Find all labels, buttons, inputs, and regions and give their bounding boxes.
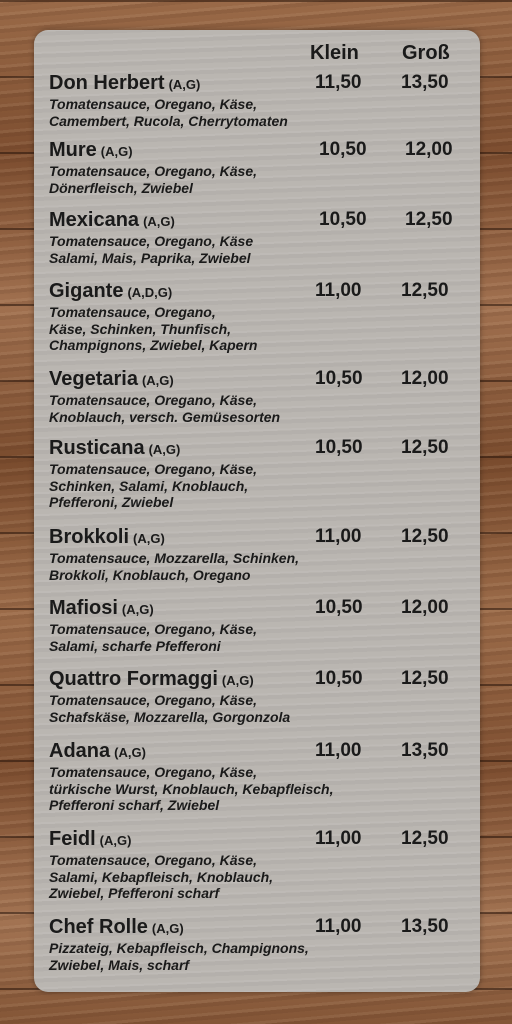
menu-item-feidl: Feidl (A,G) 11,00 12,50 Tomatensauce, Ore… (49, 827, 479, 902)
menu-item-don-herbert: Don Herbert (A,G) 11,50 13,50 Tomatensauc… (49, 71, 479, 129)
item-name: Don Herbert (49, 72, 165, 94)
header-klein: Klein (310, 42, 359, 64)
price-klein: 11,00 (315, 916, 362, 937)
price-gross: 12,00 (401, 597, 449, 618)
item-name: Rusticana (49, 437, 145, 459)
item-description: Tomatensauce, Oregano, Käse, Schinken, S… (49, 461, 257, 510)
item-allergens: (A,G) (168, 77, 201, 92)
item-name: Vegetaria (49, 368, 138, 390)
price-klein: 10,50 (319, 209, 367, 230)
price-gross: 13,50 (401, 916, 449, 937)
price-gross: 12,50 (401, 828, 449, 849)
item-description: Tomatensauce, Oregano, Käse, Salami, sch… (49, 621, 257, 654)
price-gross: 13,50 (401, 72, 449, 93)
price-klein: 11,50 (315, 72, 362, 93)
item-name: Feidl (49, 828, 96, 850)
item-name: Mafiosi (49, 597, 118, 619)
item-name: Brokkoli (49, 526, 130, 548)
menu-item-quattro-formaggi: Quattro Formaggi (A,G) 10,50 12,50 Tomate… (49, 667, 479, 725)
price-klein: 11,00 (315, 280, 362, 301)
price-klein: 10,50 (315, 368, 363, 389)
price-klein: 10,50 (315, 437, 363, 458)
price-gross: 13,50 (401, 740, 449, 761)
item-allergens: (A,G) (133, 531, 165, 546)
item-allergens: (A,G) (121, 602, 154, 617)
item-name: Chef Rolle (49, 916, 148, 938)
menu-item-mafiosi: Mafiosi (A,G) 10,50 12,00 Tomatensauce, O… (49, 596, 479, 654)
menu-item-rusticana: Rusticana (A,G) 10,50 12,50 Tomatensauce,… (49, 436, 479, 511)
price-gross: 12,50 (401, 526, 449, 547)
menu-item-mexicana: Mexicana (A,G) 10,50 12,50 Tomatensauce, … (49, 208, 479, 266)
item-description: Tomatensauce, Oregano, Käse, Schafskäse,… (49, 692, 291, 725)
price-gross: 12,50 (401, 437, 449, 458)
menu-item-vegetaria: Vegetaria (A,G) 10,50 12,00 Tomatensauce,… (49, 367, 479, 425)
menu-item-adana: Adana (A,G) 11,00 13,50 Tomatensauce, Ore… (49, 739, 479, 814)
item-allergens: (A,G) (100, 144, 133, 159)
item-allergens: (A,G) (141, 373, 174, 388)
item-description: Tomatensauce, Oregano, Käse, Camembert, … (49, 96, 288, 129)
item-allergens: (A,G) (148, 442, 181, 457)
header-gross: Groß (402, 42, 450, 64)
item-description: Tomatensauce, Oregano, Käse, Salami, Keb… (49, 852, 274, 901)
menu-item-mure: Mure (A,G) 10,50 12,00 Tomatensauce, Oreg… (49, 138, 479, 196)
price-klein: 11,00 (315, 740, 362, 761)
item-description: Tomatensauce, Oregano, Käse Salami, Mais… (49, 233, 254, 266)
item-allergens: (A,D,G) (127, 285, 173, 300)
menu-page: { "header": { "klein": "Klein", "gross":… (0, 0, 512, 1024)
item-description: Tomatensauce, Oregano, Käse, Dönerfleisc… (49, 163, 257, 196)
item-description: Tomatensauce, Oregano, Käse, Schinken, T… (49, 304, 258, 353)
item-description: Tomatensauce, Oregano, Käse, türkische W… (49, 764, 334, 813)
item-allergens: (A,G) (221, 673, 254, 688)
item-allergens: (A,G) (114, 745, 146, 760)
item-name: Mexicana (49, 209, 140, 231)
menu-item-brokkoli: Brokkoli (A,G) 11,00 12,50 Tomatensauce, … (49, 525, 479, 583)
item-allergens: (A,G) (143, 214, 175, 229)
item-allergens: (A,G) (151, 921, 184, 936)
price-gross: 12,00 (405, 139, 453, 160)
price-gross: 12,00 (401, 368, 449, 389)
price-klein: 10,50 (315, 597, 363, 618)
item-description: Pizzateig, Kebapfleisch, Champignons, Zw… (49, 940, 309, 973)
price-klein: 11,00 (315, 828, 362, 849)
menu-item-gigante: Gigante (A,D,G) 11,00 12,50 Tomatensauce,… (49, 279, 479, 354)
item-name: Mure (49, 139, 97, 161)
item-allergens: (A,G) (99, 833, 132, 848)
item-name: Gigante (49, 280, 124, 302)
price-klein: 10,50 (315, 668, 363, 689)
price-gross: 12,50 (401, 280, 449, 301)
menu-item-chef-rolle: Chef Rolle (A,G) 11,00 13,50 Pizzateig, K… (49, 915, 479, 973)
price-klein: 11,00 (315, 526, 362, 547)
item-name: Adana (49, 740, 111, 762)
item-name: Quattro Formaggi (49, 668, 218, 690)
price-klein: 10,50 (319, 139, 367, 160)
item-description: Tomatensauce, Oregano, Käse, Knoblauch, … (49, 392, 281, 425)
item-description: Tomatensauce, Mozzarella, Schinken, Brok… (49, 550, 300, 583)
price-gross: 12,50 (405, 209, 453, 230)
price-gross: 12,50 (401, 668, 449, 689)
